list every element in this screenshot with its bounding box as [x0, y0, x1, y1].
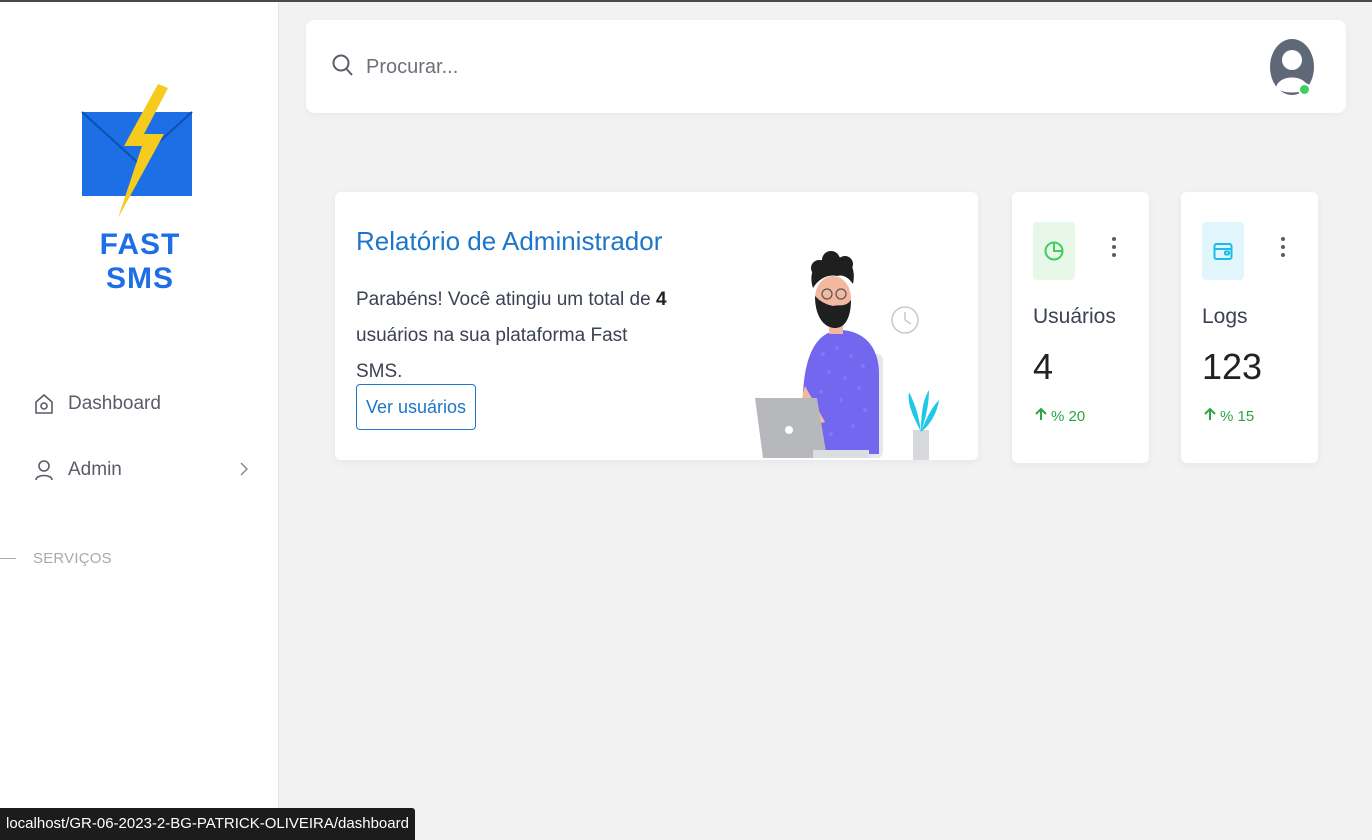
- search-icon[interactable]: [332, 54, 354, 83]
- browser-status-url: localhost/GR-06-2023-2-BG-PATRICK-OLIVEI…: [0, 808, 415, 840]
- top-navbar: [306, 20, 1346, 113]
- arrow-up-icon: [1035, 407, 1047, 425]
- report-text-start: Parabéns! Você atingiu um total de: [356, 289, 656, 310]
- online-status-dot: [1298, 83, 1311, 96]
- section-header-services: SERVIÇOS: [0, 548, 112, 568]
- view-users-button[interactable]: Ver usuários: [356, 384, 477, 430]
- report-text-end: usuários na sua plataforma Fast SMS.: [356, 325, 628, 382]
- sidebar-item-admin[interactable]: Admin: [33, 454, 253, 486]
- sidebar: FAST SMS Dashboard Admin SERVIÇOS: [0, 2, 279, 840]
- section-divider: [0, 557, 16, 559]
- wallet-icon: [1202, 222, 1244, 280]
- stat-card-logs: Logs 123 % 15: [1181, 192, 1318, 463]
- section-header-label: SERVIÇOS: [33, 549, 112, 567]
- stat-change: % 20: [1035, 407, 1085, 425]
- report-user-count: 4: [655, 289, 667, 310]
- man-with-laptop-illustration: [755, 251, 939, 460]
- admin-report-card: Relatório de Administrador Parabéns! Voc…: [335, 192, 978, 460]
- report-message: Parabéns! Você atingiu um total de 4 usu…: [356, 282, 676, 390]
- report-title: Relatório de Administrador: [356, 226, 663, 256]
- search-input[interactable]: [366, 50, 786, 84]
- stat-change: % 15: [1204, 407, 1254, 425]
- stat-change-value: % 15: [1220, 407, 1255, 425]
- stat-change-value: % 20: [1051, 407, 1086, 425]
- arrow-up-icon: [1204, 407, 1216, 425]
- stat-value: 4: [1033, 346, 1054, 387]
- pie-chart-icon: [1033, 222, 1075, 280]
- envelope-bolt-icon: [81, 84, 193, 218]
- stat-title: Logs: [1202, 305, 1248, 328]
- stat-value: 123: [1202, 346, 1263, 387]
- sidebar-item-label: Dashboard: [68, 393, 161, 414]
- home-icon: [33, 393, 55, 415]
- chevron-right-icon: [239, 461, 249, 482]
- more-options-icon[interactable]: [1110, 236, 1118, 263]
- more-options-icon[interactable]: [1279, 236, 1287, 263]
- brand-logo[interactable]: FAST SMS: [70, 84, 210, 295]
- sidebar-item-dashboard[interactable]: Dashboard: [33, 388, 253, 420]
- stat-card-users: Usuários 4 % 20: [1012, 192, 1149, 463]
- sidebar-item-label: Admin: [68, 459, 122, 480]
- brand-name: FAST SMS: [99, 228, 181, 295]
- stat-title: Usuários: [1033, 305, 1116, 328]
- user-icon: [33, 459, 55, 481]
